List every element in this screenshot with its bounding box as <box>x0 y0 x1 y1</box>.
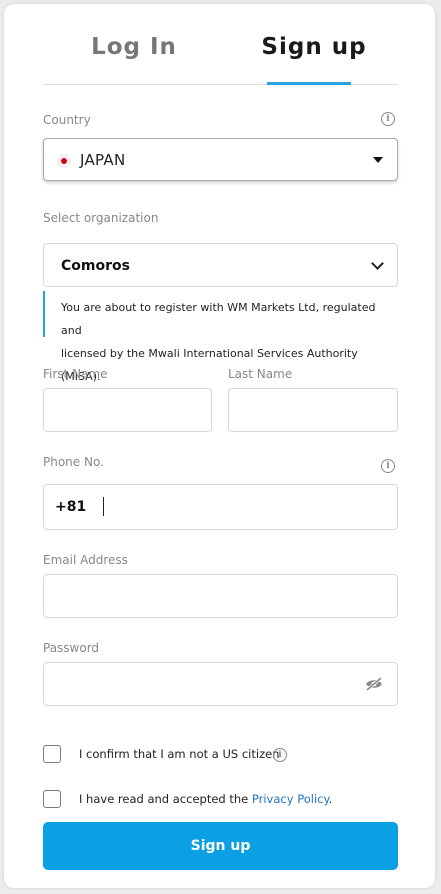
text-cursor <box>103 497 104 516</box>
privacy-policy-link[interactable]: Privacy Policy <box>252 792 329 806</box>
organization-value: Comoros <box>61 258 130 274</box>
notice-line-2: licensed by the Mwali International Serv… <box>61 347 358 383</box>
first-name-label: First Name <box>43 367 108 381</box>
chevron-down-icon <box>371 257 384 270</box>
privacy-checkbox[interactable] <box>43 790 61 808</box>
phone-input[interactable]: +81 <box>43 484 398 530</box>
signup-card: Log In Sign up Country i JAPAN Select or… <box>4 4 435 888</box>
privacy-label: I have read and accepted the Privacy Pol… <box>79 792 332 806</box>
country-label: Country <box>43 113 91 127</box>
phone-info-icon[interactable]: i <box>381 459 395 473</box>
country-select[interactable]: JAPAN <box>43 138 398 181</box>
signup-button[interactable]: Sign up <box>43 822 398 870</box>
email-label: Email Address <box>43 553 128 567</box>
us-citizen-info-icon[interactable]: i <box>273 748 287 762</box>
password-input[interactable] <box>43 662 398 706</box>
tab-signup[interactable]: Sign up <box>254 34 374 60</box>
regulation-notice: You are about to register with WM Market… <box>43 291 398 383</box>
privacy-suffix: . <box>328 792 333 806</box>
password-label: Password <box>43 641 100 655</box>
last-name-label: Last Name <box>228 367 293 381</box>
organization-select[interactable]: Comoros <box>43 243 398 287</box>
japan-flag-icon <box>58 155 70 167</box>
us-citizen-label: I confirm that I am not a US citizen <box>79 747 280 761</box>
privacy-prefix: I have read and accepted the <box>79 792 252 806</box>
phone-label: Phone No. <box>43 455 104 469</box>
organization-label: Select organization <box>43 211 159 225</box>
tab-login[interactable]: Log In <box>74 34 194 60</box>
first-name-input[interactable] <box>43 388 212 432</box>
notice-line-1: You are about to register with WM Market… <box>61 301 376 337</box>
us-citizen-checkbox[interactable] <box>43 745 61 763</box>
active-tab-indicator <box>267 82 351 85</box>
email-input[interactable] <box>43 574 398 618</box>
country-value: JAPAN <box>80 151 126 169</box>
eye-off-icon[interactable] <box>365 676 383 692</box>
last-name-input[interactable] <box>228 388 398 432</box>
phone-country-code: +81 <box>55 499 87 515</box>
caret-down-icon <box>373 157 383 163</box>
country-info-icon[interactable]: i <box>381 112 395 126</box>
